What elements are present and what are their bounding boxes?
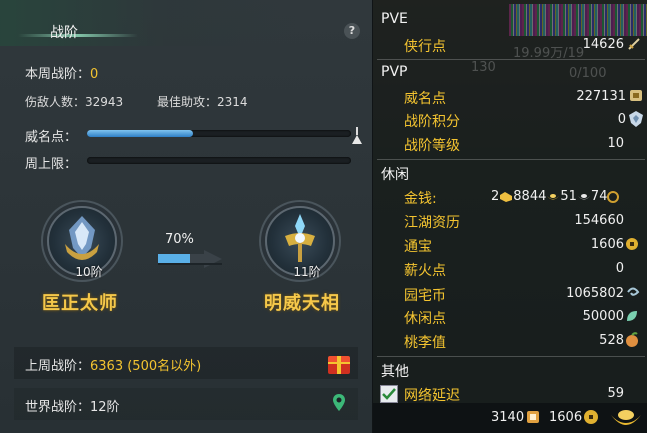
background-text: 130 (471, 60, 496, 75)
pve-header: PVE (381, 11, 408, 27)
progress-arrow-icon (158, 250, 222, 268)
token-icon (527, 411, 539, 423)
leisure-item-value: 1065802 (566, 286, 624, 301)
swirl-coin-icon (627, 287, 640, 296)
last-week-text: 上周战阶：6363 (500名以外) (25, 355, 201, 374)
money-gold-value: 2 (491, 189, 500, 204)
world-rank-label: 世界战阶： (25, 400, 91, 415)
injured-count-value: 32943 (85, 95, 124, 109)
pvp-item-label: 威名点 (404, 91, 446, 107)
reputation-progress-fill (87, 130, 193, 137)
bottom-value-2: 1606 (549, 410, 583, 425)
weekly-rank-row: 本周战阶：0 (25, 63, 98, 82)
world-rank-value: 12阶 (90, 400, 120, 415)
current-rank-name: 匡正太师 (42, 293, 118, 314)
gold-yuanbao-icon[interactable] (609, 405, 643, 431)
money-copper1-value: 51 (560, 189, 577, 204)
injured-count-row: 伤敌人数：32943 (25, 93, 123, 110)
money-silver-value: 8844 (513, 189, 547, 204)
last-week-value: 6363 (500名以外) (90, 359, 202, 374)
pvp-item-value: 0 (617, 112, 626, 127)
reputation-progress-bar (87, 130, 351, 137)
silver-yuanbao-icon (577, 193, 590, 199)
coin-icon (626, 238, 638, 250)
leisure-header: 休闲 (381, 167, 409, 183)
pve-item-value: 14626 (582, 37, 624, 52)
leisure-item-label: 园宅币 (404, 288, 446, 304)
current-rank-level: 10阶 (75, 265, 103, 279)
rank-panel: 战阶 ? 本周战阶：0 伤敌人数：32943 最佳助攻：2314 威名点： 周上… (0, 0, 372, 433)
progress-percent: 70% (165, 232, 194, 247)
leisure-item-label: 桃李值 (404, 335, 446, 351)
next-rank-name: 明威天相 (264, 293, 340, 314)
money-label: 金钱: (404, 191, 437, 207)
help-button[interactable]: ? (344, 23, 360, 39)
leisure-item-label: 通宝 (404, 239, 432, 255)
pvp-item-label: 战阶积分 (404, 114, 460, 130)
best-assist-value: 2314 (217, 95, 248, 109)
best-assist-label: 最佳助攻： (157, 95, 218, 109)
other-header: 其他 (381, 364, 409, 380)
banner-icon (630, 90, 642, 101)
pvp-item-value: 10 (607, 136, 624, 151)
section-divider (377, 159, 645, 160)
background-text: 0/100 (569, 66, 607, 81)
coin-icon (584, 410, 598, 424)
leisure-item-label: 休闲点 (404, 311, 446, 327)
weekly-rank-value: 0 (90, 67, 99, 82)
section-divider (377, 356, 645, 357)
next-rank-level: 11阶 (293, 265, 321, 279)
weekly-limit-progress-bar (87, 157, 351, 164)
section-divider (377, 59, 645, 60)
world-rank-text: 世界战阶：12阶 (25, 396, 120, 415)
currency-panel: 19.99万/19 130 0/100 PVE 侠行点 14626 PVP 威名… (372, 0, 647, 433)
peach-icon (626, 332, 638, 347)
leisure-item-value: 154660 (574, 213, 624, 228)
leisure-item-label: 江湖资历 (404, 215, 460, 231)
last-week-label: 上周战阶： (25, 359, 91, 374)
best-assist-row: 最佳助攻：2314 (157, 93, 248, 110)
location-pin-icon[interactable] (332, 393, 346, 413)
leisure-item-value: 50000 (582, 309, 624, 324)
pve-item-label: 侠行点 (404, 39, 446, 55)
limit-marker-icon (352, 127, 362, 144)
reward-chest-icon[interactable] (326, 352, 352, 376)
header-decoration (18, 34, 138, 37)
money-copper2-value: 74 (590, 189, 608, 204)
leaf-icon (627, 311, 637, 321)
leisure-item-value: 1606 (590, 237, 624, 252)
reputation-label: 威名点： (25, 130, 78, 145)
weekly-rank-label: 本周战阶： (25, 67, 91, 82)
shield-crest-icon (629, 111, 643, 127)
leisure-item-label: 薪火点 (404, 263, 446, 279)
panel-title: 战阶 (50, 25, 78, 41)
bottom-value-1: 3140 (491, 410, 525, 425)
gold-ingot-icon (500, 191, 513, 202)
pvp-item-label: 战阶等级 (404, 138, 460, 154)
leisure-item-value: 0 (615, 261, 624, 276)
money-values: 2 8844 51 74 (491, 189, 620, 204)
sword-icon (628, 38, 640, 50)
checkmark-icon (382, 388, 396, 400)
injured-count-label: 伤敌人数： (25, 95, 86, 109)
leisure-item-value: 528 (599, 333, 624, 348)
weekly-limit-label: 周上限： (25, 157, 78, 172)
gold-yuanbao-icon (547, 193, 560, 199)
bottom-currency-bar: 3140 1606 (373, 403, 647, 433)
network-latency-checkbox[interactable] (380, 385, 398, 403)
network-latency-value: 59 (607, 386, 624, 401)
copper-coin-icon (607, 190, 620, 203)
pvp-header: PVP (381, 64, 408, 80)
pvp-item-value: 227131 (576, 89, 626, 104)
network-latency-label: 网络延迟 (404, 388, 460, 404)
